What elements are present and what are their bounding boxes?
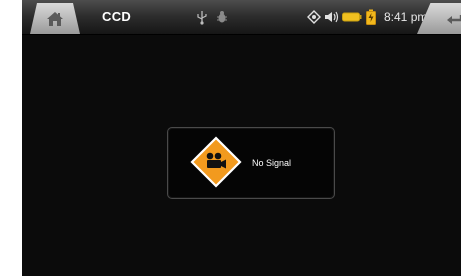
no-signal-dialog: No Signal <box>167 127 335 199</box>
camera-warning-icon <box>190 136 242 188</box>
top-bar: CCD 8:41 pm <box>22 0 461 35</box>
screen: CCD 8:41 pm No Signal <box>22 0 461 276</box>
volume-icon[interactable] <box>324 8 340 26</box>
usb-icon <box>196 8 208 26</box>
home-button[interactable] <box>30 3 80 34</box>
battery-icon <box>342 8 362 26</box>
home-icon <box>47 11 63 26</box>
back-icon <box>447 14 461 24</box>
brightness-icon[interactable] <box>307 8 321 26</box>
battery-charge-icon <box>366 8 376 26</box>
bug-icon <box>216 8 228 26</box>
dialog-message: No Signal <box>252 158 292 168</box>
page-title: CCD <box>102 9 132 24</box>
clock: 8:41 pm <box>384 10 428 24</box>
